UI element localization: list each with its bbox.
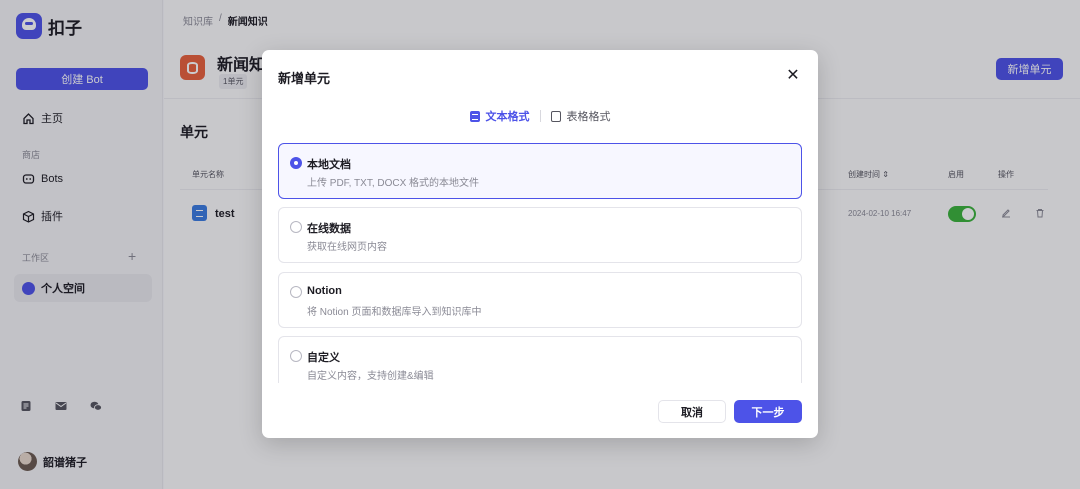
option-description: 上传 PDF, TXT, DOCX 格式的本地文件 xyxy=(307,178,480,189)
option-notion[interactable]: Notion 将 Notion 页面和数据库导入到知识库中 xyxy=(278,272,802,328)
option-custom[interactable]: 自定义 自定义内容，支持创建&编辑 xyxy=(278,336,802,383)
dialog-title: 新增单元 xyxy=(278,71,331,86)
option-local-document[interactable]: 本地文档 上传 PDF, TXT, DOCX 格式的本地文件 xyxy=(278,143,802,199)
option-title: 自定义 xyxy=(307,352,340,364)
option-title: Notion xyxy=(307,285,342,297)
tab-text-format[interactable]: 文本格式 xyxy=(469,108,530,124)
tab-divider xyxy=(539,110,541,122)
radio-button[interactable] xyxy=(290,350,302,362)
option-description: 自定义内容，支持创建&编辑 xyxy=(307,371,434,382)
option-title: 本地文档 xyxy=(307,159,351,171)
source-options-list: 本地文档 上传 PDF, TXT, DOCX 格式的本地文件 在线数据 获取在线… xyxy=(278,143,802,383)
radio-button[interactable] xyxy=(290,157,302,169)
tab-label: 表格格式 xyxy=(566,111,611,123)
option-title: 在线数据 xyxy=(307,223,351,235)
radio-button[interactable] xyxy=(290,286,302,298)
add-unit-dialog: 新增单元 ✕ 文本格式 表格格式 本地文档 上传 PDF, TXT, DOCX … xyxy=(262,50,818,438)
radio-button[interactable] xyxy=(290,221,302,233)
close-icon[interactable]: ✕ xyxy=(783,65,803,85)
option-online-data[interactable]: 在线数据 获取在线网页内容 xyxy=(278,207,802,263)
tab-table-format[interactable]: 表格格式 xyxy=(550,108,611,124)
table-icon xyxy=(550,110,561,122)
text-document-icon xyxy=(469,110,480,122)
cancel-button[interactable]: 取消 xyxy=(658,400,726,423)
format-tabs: 文本格式 表格格式 xyxy=(262,108,818,124)
option-description: 获取在线网页内容 xyxy=(307,242,387,253)
tab-label: 文本格式 xyxy=(485,111,530,123)
option-description: 将 Notion 页面和数据库导入到知识库中 xyxy=(307,307,482,318)
next-step-button[interactable]: 下一步 xyxy=(734,400,802,423)
